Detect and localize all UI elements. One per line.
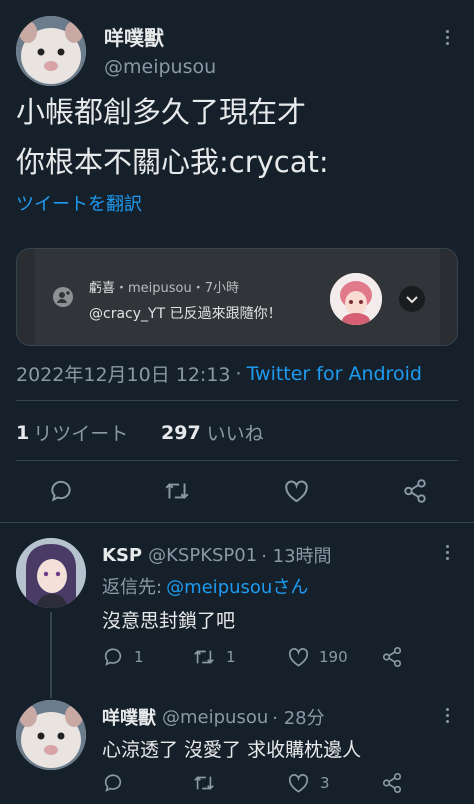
replying-to-label: 返信先: <box>102 577 163 598</box>
share-icon <box>382 647 402 667</box>
divider <box>16 460 458 461</box>
retweet-stat[interactable]: 1 リツイート <box>16 419 128 446</box>
like-count: 297 <box>161 421 201 444</box>
retweet-button[interactable] <box>163 478 191 504</box>
retweet-label: リツイート <box>33 423 129 445</box>
author-handle[interactable]: @meipusou <box>104 56 216 78</box>
reply-more-options-icon[interactable] <box>444 708 450 723</box>
reply-more-options-icon[interactable] <box>444 545 450 560</box>
reply-author-handle[interactable]: @KSPKSP01 <box>148 545 257 566</box>
reply-author-handle[interactable]: @meipusou <box>162 707 268 728</box>
reply-like-button[interactable]: 3 <box>287 772 330 794</box>
reply-avatar[interactable] <box>16 700 86 770</box>
notification-body: @cracy_YT 已反過來跟隨你！ <box>89 306 282 322</box>
reply-author-name[interactable]: KSP <box>102 545 142 566</box>
retweet-count: 1 <box>16 421 30 444</box>
expand-chevron-icon <box>399 286 425 312</box>
notification-avatar <box>330 273 382 325</box>
reply-time[interactable]: · 13時間 <box>261 542 331 568</box>
translate-link[interactable]: ツイートを翻訳 <box>16 190 142 216</box>
reply-reply-count: 1 <box>134 648 144 666</box>
share-icon <box>404 479 426 503</box>
retweet-icon <box>194 650 214 664</box>
reply-like-count: 3 <box>320 774 330 792</box>
share-button[interactable] <box>402 478 428 504</box>
add-user-icon <box>53 287 73 311</box>
replying-to-handle[interactable]: @meipusouさん <box>166 573 308 599</box>
retweet-icon <box>194 776 214 790</box>
reply-icon <box>104 648 122 666</box>
reply-retweet-count: 1 <box>226 648 236 666</box>
notification-app-name: 虧喜 <box>89 281 116 296</box>
section-divider <box>0 522 474 523</box>
tweet-text-line1: 小帳都創多久了現在才 <box>16 95 307 129</box>
reply-share-button[interactable] <box>381 646 403 668</box>
reply-icon <box>51 480 71 502</box>
tweet-client-link[interactable]: Twitter for Android <box>247 363 422 385</box>
like-label: いいね <box>206 423 264 445</box>
reply-avatar[interactable] <box>16 538 86 608</box>
tweet-timestamp[interactable]: 2022年12月10日 12:13 <box>16 360 231 387</box>
heart-icon <box>285 480 308 503</box>
like-stat[interactable]: 297 いいね <box>161 419 264 446</box>
heart-icon <box>288 648 309 667</box>
share-icon <box>382 773 402 793</box>
author-name[interactable]: 咩噗獸 <box>104 22 164 51</box>
reply-retweet-button[interactable] <box>192 772 216 794</box>
heart-icon <box>288 774 309 793</box>
retweet-icon <box>165 483 189 499</box>
reply-retweet-button[interactable]: 1 <box>192 646 236 668</box>
divider <box>16 400 458 401</box>
reply-text: 心涼透了 沒愛了 求收購枕邊人 <box>102 739 362 761</box>
thread-line <box>50 612 52 698</box>
reply-reply-button[interactable]: 1 <box>102 646 144 668</box>
like-button[interactable] <box>283 478 310 504</box>
reply-reply-button[interactable] <box>102 772 124 794</box>
attached-image[interactable]: 虧喜 ・meipusou・7小時 @cracy_YT 已反過來跟隨你！ <box>16 248 458 346</box>
reply-text: 沒意思封鎖了吧 <box>102 610 236 632</box>
reply-like-button[interactable]: 190 <box>287 646 348 668</box>
reply-author-name[interactable]: 咩噗獸 <box>102 704 156 730</box>
reply-time[interactable]: · 28分 <box>272 704 324 730</box>
more-options-icon[interactable] <box>444 30 450 45</box>
reply-like-count: 190 <box>319 648 348 666</box>
tweet-text-line2: 你根本不關心我:crycat: <box>16 145 329 179</box>
notification-meta: ・meipusou・7小時 <box>115 281 240 296</box>
reply-share-button[interactable] <box>381 772 403 794</box>
author-avatar[interactable] <box>16 16 86 86</box>
reply-button[interactable] <box>48 478 74 504</box>
reply-icon <box>104 774 122 792</box>
timestamp-separator: · <box>235 362 242 385</box>
